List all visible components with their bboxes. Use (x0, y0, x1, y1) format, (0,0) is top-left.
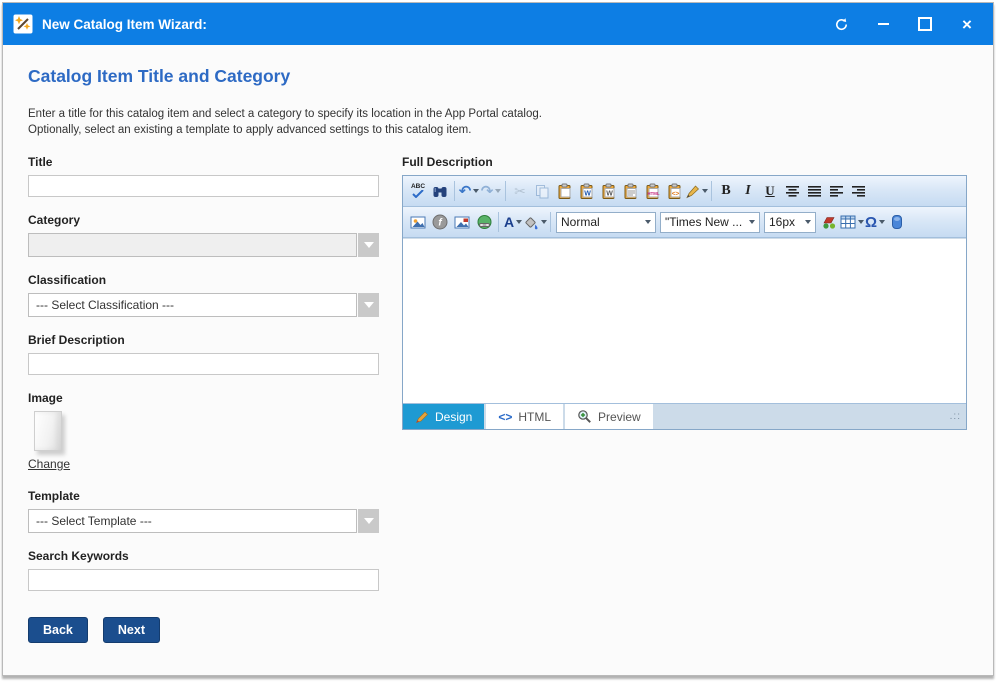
back-button[interactable]: Back (28, 617, 88, 643)
brief-description-label: Brief Description (28, 333, 379, 347)
paste-word-nofonts-icon[interactable]: W (597, 179, 619, 203)
window-title: New Catalog Item Wizard: (42, 17, 833, 32)
editor-canvas[interactable] (403, 238, 966, 403)
close-button[interactable]: × (959, 16, 975, 32)
paste-from-word-icon[interactable]: W (575, 179, 597, 203)
maximize-button[interactable] (917, 16, 933, 32)
page-title: Catalog Item Title and Category (28, 66, 968, 87)
template-value[interactable]: --- Select Template --- (28, 509, 357, 533)
hyperlink-manager-icon[interactable] (473, 210, 495, 234)
svg-text:HTML: HTML (647, 191, 659, 196)
copy-icon[interactable] (531, 179, 553, 203)
image-label: Image (28, 391, 379, 405)
find-replace-icon[interactable] (429, 179, 451, 203)
tab-html[interactable]: <> HTML (486, 404, 563, 429)
media-manager-icon[interactable] (451, 210, 473, 234)
foreground-color-button[interactable]: A (502, 210, 524, 234)
paste-plain-text-icon[interactable] (619, 179, 641, 203)
screen: New Catalog Item Wizard: × Catalog Item … (0, 0, 996, 682)
bold-button[interactable]: B (715, 179, 737, 203)
redo-button[interactable]: ↷ (480, 179, 502, 203)
wizard-content: Catalog Item Title and Category Enter a … (3, 45, 993, 654)
paste-as-html-icon[interactable]: HTML (641, 179, 663, 203)
editor-toolbar-row1: ABC (403, 176, 966, 207)
image-manager-icon[interactable] (407, 210, 429, 234)
svg-text:<>: <> (671, 190, 679, 197)
title-bar: New Catalog Item Wizard: × (3, 3, 993, 45)
category-dropdown[interactable] (28, 233, 379, 257)
tab-preview[interactable]: Preview (565, 404, 653, 429)
page-description: Enter a title for this catalog item and … (28, 107, 968, 138)
svg-text:W: W (606, 190, 613, 197)
search-keywords-input[interactable] (28, 569, 379, 591)
brief-description-input[interactable] (28, 353, 379, 375)
tab-preview-label: Preview (598, 410, 641, 424)
minimize-button[interactable] (875, 16, 891, 32)
paste-icon[interactable] (553, 179, 575, 203)
paste-html-icon[interactable]: <> (663, 179, 685, 203)
classification-dropdown[interactable]: --- Select Classification --- (28, 293, 379, 317)
change-image-link[interactable]: Change (28, 457, 70, 471)
full-description-column: Full Description ABC (402, 155, 967, 643)
classification-value[interactable]: --- Select Classification --- (28, 293, 357, 317)
classification-label: Classification (28, 273, 379, 287)
code-icon: <> (498, 410, 512, 424)
tab-html-label: HTML (518, 410, 551, 424)
insert-symbol-button[interactable]: Ω (864, 210, 886, 234)
justify-icon[interactable] (803, 179, 825, 203)
align-left-icon[interactable] (825, 179, 847, 203)
pencil-icon (415, 410, 429, 424)
category-label: Category (28, 213, 379, 227)
classification-dropdown-arrow-icon[interactable] (358, 293, 379, 317)
title-input[interactable] (28, 175, 379, 197)
description-line-1: Enter a title for this catalog item and … (28, 107, 968, 123)
template-dropdown[interactable]: --- Select Template --- (28, 509, 379, 533)
catalog-item-image (34, 411, 62, 451)
wizard-app-icon (13, 14, 33, 34)
underline-button[interactable]: U (759, 179, 781, 203)
category-dropdown-arrow-icon[interactable] (358, 233, 379, 257)
italic-button[interactable]: I (737, 179, 759, 203)
svg-text:W: W (584, 190, 591, 197)
full-description-label: Full Description (402, 155, 967, 169)
refresh-icon[interactable] (833, 16, 849, 32)
template-dropdown-arrow-icon[interactable] (358, 509, 379, 533)
insert-table-button[interactable] (840, 210, 864, 234)
template-label: Template (28, 489, 379, 503)
tab-design[interactable]: Design (403, 404, 484, 429)
undo-button[interactable]: ↶ (458, 179, 480, 203)
next-button[interactable]: Next (103, 617, 160, 643)
paragraph-style-select[interactable]: Normal (556, 212, 656, 233)
flash-manager-icon[interactable]: f (429, 210, 451, 234)
font-name-select[interactable]: "Times New ... (660, 212, 760, 233)
image-map-editor-icon[interactable] (818, 210, 840, 234)
cut-icon[interactable]: ✂ (509, 179, 531, 203)
align-right-icon[interactable] (847, 179, 869, 203)
editor-mode-tabs: Design <> HTML (403, 403, 966, 429)
resize-grip[interactable]: .:: (950, 411, 966, 422)
title-label: Title (28, 155, 379, 169)
module-manager-icon[interactable] (886, 210, 908, 234)
align-center-icon[interactable] (781, 179, 803, 203)
font-size-select[interactable]: 16px (764, 212, 816, 233)
wizard-dialog: New Catalog Item Wizard: × Catalog Item … (2, 2, 994, 676)
magnifier-icon (577, 409, 592, 424)
rich-text-editor: ABC (402, 175, 967, 430)
tab-design-label: Design (435, 410, 472, 424)
category-value[interactable] (28, 233, 357, 257)
search-keywords-label: Search Keywords (28, 549, 379, 563)
editor-toolbar-row2: f (403, 207, 966, 238)
spellcheck-button[interactable]: ABC (407, 179, 429, 203)
description-line-2: Optionally, select an existing a templat… (28, 123, 968, 139)
form-column: Title Category Classification --- Select… (28, 155, 379, 643)
background-color-button[interactable] (524, 210, 547, 234)
format-stripper-button[interactable] (685, 179, 708, 203)
